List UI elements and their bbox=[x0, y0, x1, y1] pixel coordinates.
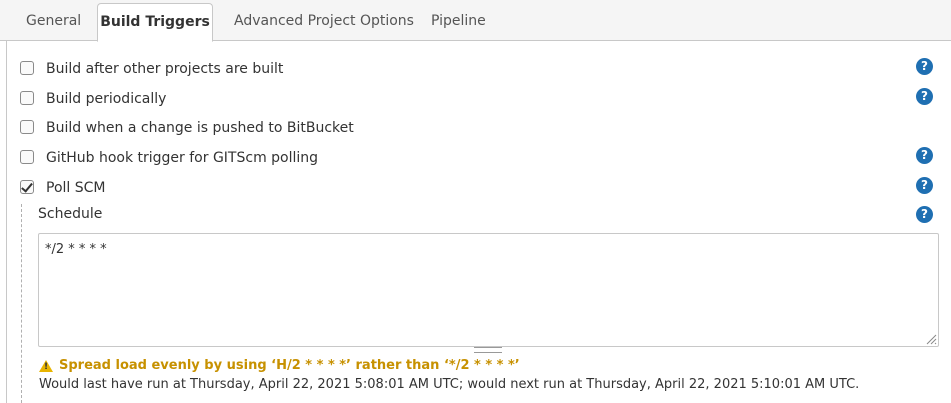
build-periodically-checkbox[interactable] bbox=[20, 91, 34, 105]
tab-pipeline[interactable]: Pipeline bbox=[431, 3, 486, 41]
help-icon[interactable]: ? bbox=[916, 177, 933, 194]
github-hook-checkbox[interactable] bbox=[20, 150, 34, 164]
build-after-other-projects-checkbox[interactable] bbox=[20, 61, 34, 75]
help-icon[interactable]: ? bbox=[916, 88, 933, 105]
bitbucket-push-label[interactable]: Build when a change is pushed to BitBuck… bbox=[46, 120, 354, 136]
nested-section-divider bbox=[21, 204, 22, 403]
tab-build-triggers[interactable]: Build Triggers bbox=[97, 3, 213, 42]
warning-icon: ! bbox=[39, 360, 53, 372]
schedule-warning: Spread load evenly by using ‘H/2 * * * *… bbox=[59, 358, 520, 373]
schedule-run-info: Would last have run at Thursday, April 2… bbox=[39, 377, 860, 392]
trigger-row-poll-scm: Poll SCM ? bbox=[0, 177, 951, 201]
bitbucket-push-checkbox[interactable] bbox=[20, 120, 34, 134]
help-icon[interactable]: ? bbox=[916, 58, 933, 75]
tab-bar: General Build Triggers Advanced Project … bbox=[0, 0, 951, 42]
poll-scm-checkbox[interactable] bbox=[20, 180, 34, 194]
help-icon[interactable]: ? bbox=[916, 147, 933, 164]
trigger-row-bitbucket-push: Build when a change is pushed to BitBuck… bbox=[0, 117, 951, 141]
resize-handle-icon[interactable] bbox=[925, 333, 937, 345]
schedule-label: Schedule bbox=[38, 206, 103, 222]
trigger-row-build-after-other-projects: Build after other projects are built ? bbox=[0, 58, 951, 82]
tab-advanced-project-options[interactable]: Advanced Project Options bbox=[234, 3, 414, 41]
tab-general[interactable]: General bbox=[26, 3, 81, 41]
build-periodically-label[interactable]: Build periodically bbox=[46, 91, 166, 107]
help-icon[interactable]: ? bbox=[916, 206, 933, 223]
textarea-resize-grip[interactable] bbox=[474, 347, 502, 353]
trigger-row-github-hook: GitHub hook trigger for GITScm polling ? bbox=[0, 147, 951, 171]
build-after-other-projects-label[interactable]: Build after other projects are built bbox=[46, 61, 283, 77]
schedule-textarea[interactable]: */2 * * * * bbox=[38, 233, 939, 347]
github-hook-label[interactable]: GitHub hook trigger for GITScm polling bbox=[46, 150, 318, 166]
poll-scm-label[interactable]: Poll SCM bbox=[46, 180, 105, 196]
trigger-row-build-periodically: Build periodically ? bbox=[0, 88, 951, 112]
